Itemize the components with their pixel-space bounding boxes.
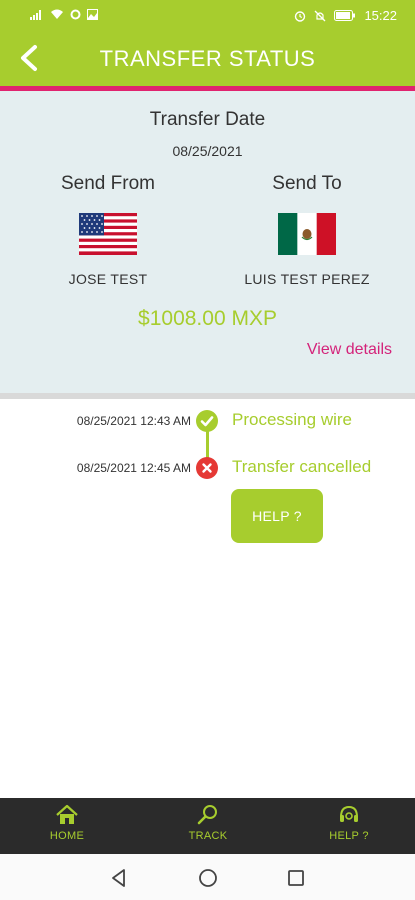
sender-name: JOSE TEST xyxy=(68,271,148,287)
transfer-amount: $1008.00 MXP xyxy=(138,307,277,330)
timeline-entry: 08/25/2021 12:43 AM Processing wire xyxy=(0,410,415,434)
system-back-icon[interactable] xyxy=(108,867,130,889)
image-status-icon xyxy=(87,9,98,20)
usa-flag-icon xyxy=(79,213,137,255)
transfer-date-label: Transfer Date xyxy=(149,109,266,130)
system-recents-icon[interactable] xyxy=(285,867,307,889)
home-icon xyxy=(56,804,78,824)
search-icon xyxy=(197,805,217,825)
page-title: TRANSFER STATUS xyxy=(99,46,316,71)
wifi-icon xyxy=(51,9,63,19)
headset-icon xyxy=(340,805,358,822)
transfer-date-value: 08/25/2021 xyxy=(172,143,243,159)
nav-help-label: HELP ? xyxy=(329,830,369,842)
timeline-entry: 08/25/2021 12:45 AM Transfer cancelled xyxy=(0,457,415,481)
app-header: TRANSFER STATUS xyxy=(0,30,415,86)
send-from-column: Send From JOSE TEST xyxy=(28,173,188,287)
nav-track[interactable]: TRACK xyxy=(163,798,253,854)
send-to-column: Send To LUIS TEST PEREZ xyxy=(227,173,387,287)
nav-home-label: HOME xyxy=(49,830,85,842)
send-from-label: Send From xyxy=(61,173,155,194)
system-home-icon[interactable] xyxy=(197,867,219,889)
status-bar: 15:22 xyxy=(0,0,415,30)
help-button[interactable]: HELP ? xyxy=(231,489,323,543)
nav-help[interactable]: HELP ? xyxy=(304,798,394,854)
timeline-status-dot xyxy=(196,457,218,479)
transfer-summary: Transfer Date 08/25/2021 Send From JOSE … xyxy=(0,91,415,393)
timeline-status: Transfer cancelled xyxy=(232,457,372,476)
summary-divider xyxy=(0,393,415,399)
battery-icon xyxy=(334,10,356,21)
timeline-time: 08/25/2021 12:45 AM xyxy=(76,461,191,475)
nav-home[interactable]: HOME xyxy=(22,798,112,854)
screen: 15:22 TRANSFER STATUS Transfer Date 08/2… xyxy=(0,0,415,900)
alarm-icon xyxy=(295,10,306,22)
timeline-status: Processing wire xyxy=(232,410,352,429)
nav-track-label: TRACK xyxy=(188,830,228,842)
check-icon xyxy=(200,416,214,427)
recipient-name: LUIS TEST PEREZ xyxy=(244,271,370,287)
status-time: 15:22 xyxy=(364,8,397,23)
status-right-icons: 15:22 xyxy=(294,8,397,23)
signal-icon xyxy=(30,10,41,20)
mexico-flag-icon xyxy=(278,213,336,255)
bottom-nav: HOME TRACK HELP ? xyxy=(0,798,415,854)
send-to-label: Send To xyxy=(272,173,342,194)
cross-icon xyxy=(202,463,212,473)
timeline-status-dot xyxy=(196,410,218,432)
mute-icon xyxy=(314,10,326,21)
settings-status-icon xyxy=(70,9,81,20)
view-details-link[interactable]: View details xyxy=(307,341,392,359)
status-left-icons xyxy=(30,9,98,20)
timeline-time: 08/25/2021 12:43 AM xyxy=(76,414,191,428)
system-nav-bar xyxy=(0,854,415,900)
